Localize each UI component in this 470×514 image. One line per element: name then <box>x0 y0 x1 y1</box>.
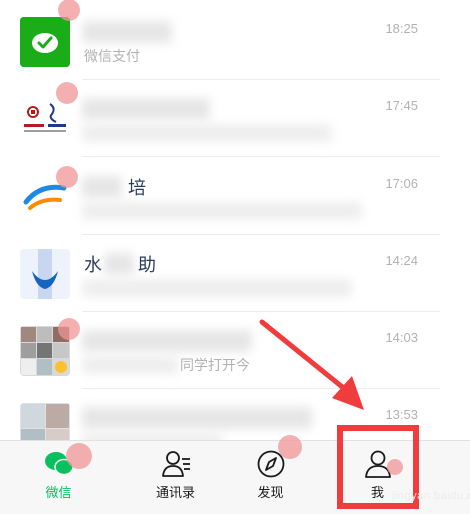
chat-time: 13:53 <box>385 407 418 422</box>
tab-discover[interactable]: 发现 <box>212 435 329 514</box>
divider <box>82 156 440 157</box>
chat-row[interactable]: 17:45 <box>0 80 470 157</box>
chat-name-suffix: 助 <box>138 255 156 275</box>
chat-row[interactable]: 微信支付 18:25 <box>0 0 470 80</box>
tab-chats[interactable]: 微信 <box>0 441 117 514</box>
unread-dot <box>56 82 78 104</box>
chat-name-redacted <box>82 407 312 429</box>
chat-preview-redacted <box>82 124 332 142</box>
chat-name-redacted <box>82 176 122 198</box>
chat-row[interactable]: 培 17:06 <box>0 158 470 235</box>
water-assistant-icon <box>20 249 70 299</box>
chat-time: 14:24 <box>385 253 418 268</box>
group-avatar-icon <box>20 403 70 440</box>
chat-row[interactable]: 同学打开今 14:03 <box>0 312 470 389</box>
chat-time: 17:06 <box>385 176 418 191</box>
wechat-pay-icon <box>20 17 70 67</box>
chat-name: 水 <box>84 255 102 275</box>
unread-dot <box>56 166 78 188</box>
chat-name: 培 <box>128 178 146 198</box>
tab-label: 微信 <box>45 485 72 500</box>
chat-name-redacted <box>82 21 172 43</box>
chat-time: 14:03 <box>385 330 418 345</box>
chat-name-redacted <box>104 253 134 275</box>
chat-preview: 同学打开今 <box>180 357 250 373</box>
unread-dot <box>58 318 80 340</box>
chat-preview-redacted <box>82 356 178 374</box>
chat-preview-redacted <box>82 279 352 297</box>
contacts-icon <box>161 449 191 479</box>
chat-row[interactable]: 水 助 14:24 <box>0 235 470 312</box>
chat-time: 17:45 <box>385 98 418 113</box>
chat-time: 18:25 <box>385 21 418 36</box>
chat-preview-redacted <box>82 433 222 440</box>
chat-name-redacted <box>82 330 252 352</box>
unread-dot <box>278 435 302 459</box>
chat-preview-redacted <box>82 202 362 220</box>
chat-name-redacted <box>82 98 210 120</box>
chat-list[interactable]: 微信支付 18:25 17:45 培 17:06 水 助 14:24 同学打开今… <box>0 0 470 440</box>
unread-dot <box>66 443 92 469</box>
tab-label: 发现 <box>257 485 284 500</box>
unread-dot <box>58 0 80 21</box>
chat-preview: 微信支付 <box>84 48 140 64</box>
watermark: jingyan.baidu.com <box>392 490 470 502</box>
